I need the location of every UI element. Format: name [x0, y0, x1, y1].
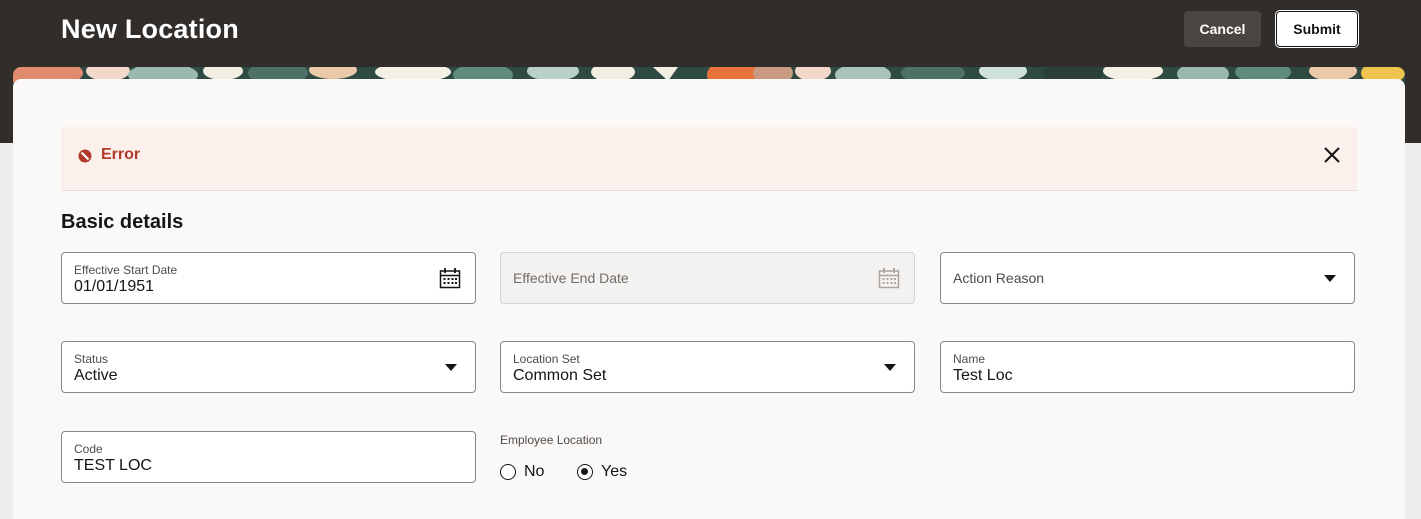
chevron-down-icon[interactable] — [1324, 275, 1336, 282]
calendar-icon[interactable] — [439, 267, 461, 289]
code-value: TEST LOC — [74, 457, 152, 474]
location-set-select[interactable]: Location Set Common Set — [500, 341, 915, 393]
radio-unchecked-icon[interactable] — [500, 464, 516, 480]
location-set-label: Location Set — [513, 352, 580, 366]
employee-location-no-radio[interactable]: No — [500, 462, 544, 482]
action-reason-select[interactable]: Action Reason — [940, 252, 1355, 304]
code-field[interactable]: Code TEST LOC — [61, 431, 476, 483]
name-field[interactable]: Name Test Loc — [940, 341, 1355, 393]
employee-location-label: Employee Location — [500, 433, 603, 447]
location-set-value: Common Set — [513, 367, 607, 384]
status-select[interactable]: Status Active — [61, 341, 476, 393]
close-icon — [1324, 147, 1340, 163]
page: New Location Cancel Submit Error Basic d… — [0, 0, 1421, 519]
error-icon — [78, 149, 92, 163]
radio-checked-icon[interactable] — [577, 464, 593, 480]
cancel-button[interactable]: Cancel — [1184, 11, 1261, 47]
effective-end-date-label: Effective End Date — [513, 270, 629, 286]
calendar-icon — [878, 268, 900, 289]
section-title: Basic details — [61, 211, 184, 233]
name-label: Name — [953, 352, 986, 366]
code-label: Code — [74, 442, 103, 456]
name-value: Test Loc — [953, 367, 1013, 384]
error-title: Error — [101, 146, 141, 163]
chevron-down-icon[interactable] — [884, 364, 896, 371]
status-label: Status — [74, 352, 109, 366]
error-banner: Error — [61, 127, 1357, 191]
effective-start-date-field[interactable]: Effective Start Date 01/01/1951 — [61, 252, 476, 304]
page-title: New Location — [61, 14, 239, 44]
close-error-button[interactable] — [1320, 143, 1344, 167]
status-value: Active — [74, 367, 118, 384]
effective-start-date-value: 01/01/1951 — [74, 278, 155, 295]
effective-end-date-field: Effective End Date — [500, 252, 915, 304]
employee-location-yes-radio[interactable]: Yes — [577, 462, 627, 482]
chevron-down-icon[interactable] — [445, 364, 457, 371]
radio-label-yes: Yes — [601, 463, 628, 480]
radio-label-no: No — [524, 463, 545, 480]
effective-start-date-label: Effective Start Date — [74, 263, 178, 277]
action-reason-label: Action Reason — [953, 270, 1045, 286]
submit-button[interactable]: Submit — [1276, 11, 1358, 47]
